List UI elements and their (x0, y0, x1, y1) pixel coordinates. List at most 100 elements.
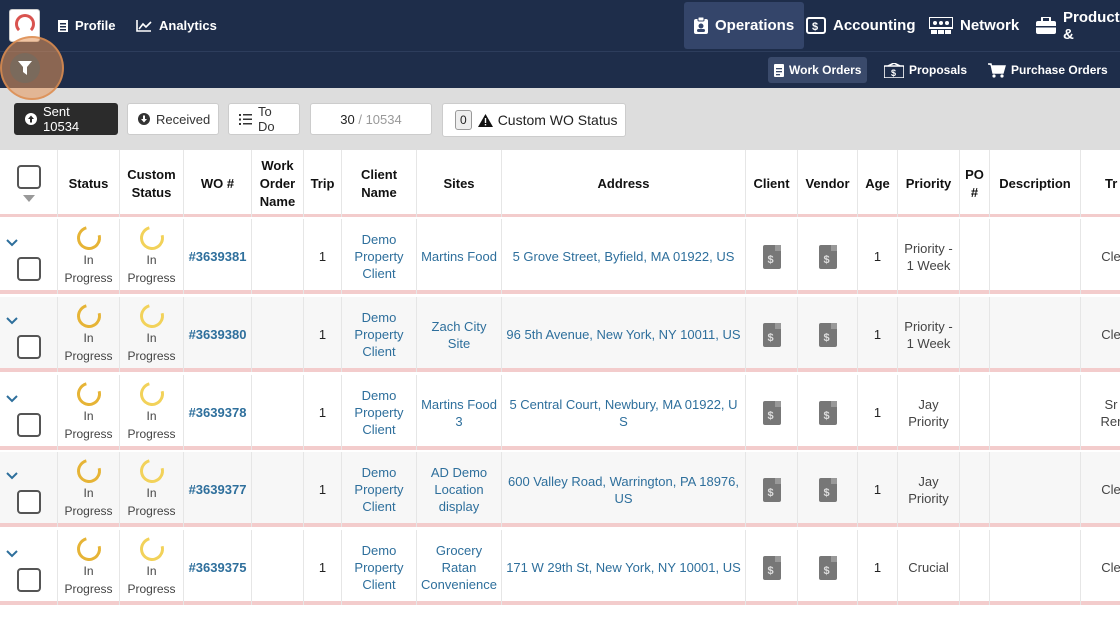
site-link[interactable]: AD Demo Location display (421, 464, 497, 515)
in-progress-icon (72, 299, 105, 333)
table-row[interactable]: In Progress In Progress #3639380 1 Demo Prop… (0, 297, 1120, 372)
client-invoice-icon[interactable] (762, 400, 781, 425)
column-header-description[interactable]: Description (990, 150, 1081, 217)
address-link[interactable]: 171 W 29th St, New York, NY 10001, US (506, 559, 742, 576)
received-button[interactable]: Received (127, 103, 219, 135)
vendor-invoice-icon[interactable] (818, 400, 837, 425)
work-order-name-cell (252, 452, 304, 527)
column-header-client-name[interactable]: Client Name (342, 150, 417, 217)
table-row[interactable]: In Progress In Progress #3639378 1 Demo Prop… (0, 375, 1120, 450)
chevron-down-icon[interactable] (6, 317, 18, 325)
row-checkbox[interactable] (16, 489, 41, 514)
column-header-vendor[interactable]: Vendor (798, 150, 858, 217)
sort-caret-icon[interactable] (22, 194, 35, 203)
row-checkbox[interactable] (16, 334, 41, 359)
sent-button[interactable]: Sent 10534 (14, 103, 118, 135)
column-header-client[interactable]: Client (746, 150, 798, 217)
client-name-link[interactable]: Demo Property Client (352, 464, 406, 515)
wo-number-link[interactable]: #3639375 (189, 559, 247, 576)
row-checkbox[interactable] (16, 567, 41, 592)
client-invoice-icon[interactable] (762, 322, 781, 347)
priority-cell: Priority - 1 Week (898, 297, 960, 372)
status-cell: In Progress (58, 375, 120, 450)
wo-number-link[interactable]: #3639378 (189, 404, 247, 421)
description-cell (990, 219, 1081, 294)
column-header-priority[interactable]: Priority (898, 150, 960, 217)
column-header-wo-number[interactable]: WO # (184, 150, 252, 217)
address-link[interactable]: 5 Central Court, Newbury, MA 01922, US (506, 396, 742, 430)
age-cell: 1 (858, 452, 898, 527)
custom-status-cell: In Progress (120, 452, 184, 527)
wo-number-link[interactable]: #3639380 (189, 326, 247, 343)
client-invoice-icon[interactable] (762, 244, 781, 269)
client-invoice-icon[interactable] (762, 477, 781, 502)
column-header-address[interactable]: Address (502, 150, 746, 217)
client-name-link[interactable]: Demo Property Client (352, 542, 406, 593)
custom-status-cell: In Progress (120, 219, 184, 294)
vendor-invoice-cell (798, 375, 858, 450)
custom-status-text: In Progress (127, 253, 176, 285)
todo-button[interactable]: To Do (228, 103, 300, 135)
site-link[interactable]: Martins Food 3 (421, 396, 497, 430)
wo-number-link[interactable]: #3639381 (189, 248, 247, 265)
client-invoice-cell (746, 297, 798, 372)
column-header-work-order-name[interactable]: Work Order Name (252, 150, 304, 217)
chevron-down-icon[interactable] (6, 239, 18, 247)
table-row[interactable]: In Progress In Progress #3639377 1 Demo Prop… (0, 452, 1120, 527)
site-link[interactable]: Grocery Ratan Convenience (421, 542, 497, 593)
address-link[interactable]: 600 Valley Road, Warrington, PA 18976, U… (506, 473, 742, 507)
client-name-link[interactable]: Demo Property Client (352, 387, 406, 438)
table-row[interactable]: In Progress In Progress #3639375 1 Demo Prop… (0, 530, 1120, 605)
subnav-work-orders[interactable]: Work Orders (768, 57, 868, 83)
column-header-custom-status[interactable]: Custom Status (120, 150, 184, 217)
address-link[interactable]: 96 5th Avenue, New York, NY 10011, US (506, 326, 742, 343)
column-header-sites[interactable]: Sites (417, 150, 502, 217)
vendor-invoice-cell (798, 297, 858, 372)
filter-button[interactable] (0, 36, 64, 100)
site-link[interactable]: Zach City Site (421, 318, 497, 352)
vendor-invoice-icon[interactable] (818, 555, 837, 580)
wo-number-link[interactable]: #3639377 (189, 481, 247, 498)
vendor-invoice-cell (798, 219, 858, 294)
chevron-down-icon[interactable] (6, 472, 18, 480)
custom-wo-status-button[interactable]: 0 Custom WO Status (442, 103, 626, 137)
row-select-cell (0, 530, 58, 605)
client-name-link[interactable]: Demo Property Client (352, 231, 406, 282)
column-header-trade[interactable]: Tr (1081, 150, 1120, 217)
site-cell: Martins Food (417, 219, 502, 294)
site-link[interactable]: Martins Food (421, 248, 497, 265)
description-cell (990, 297, 1081, 372)
client-invoice-icon[interactable] (762, 555, 781, 580)
vendor-invoice-icon[interactable] (818, 477, 837, 502)
vendor-invoice-icon[interactable] (818, 322, 837, 347)
address-link[interactable]: 5 Grove Street, Byfield, MA 01922, US (506, 248, 742, 265)
work-order-name-cell (252, 530, 304, 605)
column-header-age[interactable]: Age (858, 150, 898, 217)
column-header-po-number[interactable]: PO # (960, 150, 990, 217)
client-name-link[interactable]: Demo Property Client (352, 309, 406, 360)
status-text: In Progress (64, 486, 113, 518)
custom-status-text: In Progress (127, 409, 176, 441)
nav-profile[interactable]: Profile (58, 0, 115, 51)
row-checkbox[interactable] (16, 256, 41, 281)
wo-number-cell: #3639377 (184, 452, 252, 527)
nav-product[interactable]: Product & (1036, 0, 1120, 51)
age-value: 1 (873, 405, 882, 420)
column-header-status[interactable]: Status (58, 150, 120, 217)
nav-accounting[interactable]: $ Accounting (806, 0, 916, 51)
nav-network[interactable]: Network (929, 0, 1019, 51)
column-header-trip[interactable]: Trip (304, 150, 342, 217)
vendor-invoice-icon[interactable] (818, 244, 837, 269)
subnav-proposals[interactable]: $ Proposals (878, 57, 973, 83)
description-cell (990, 530, 1081, 605)
row-checkbox[interactable] (16, 412, 41, 437)
chevron-down-icon[interactable] (6, 550, 18, 558)
nav-analytics[interactable]: Analytics (136, 0, 217, 51)
nav-operations[interactable]: Operations (684, 2, 805, 49)
age-cell: 1 (858, 375, 898, 450)
chevron-down-icon[interactable] (6, 395, 18, 403)
count-current: 30 (340, 111, 355, 127)
table-row[interactable]: In Progress In Progress #3639381 1 Demo Prop… (0, 219, 1120, 294)
select-all-checkbox[interactable] (16, 164, 41, 189)
subnav-purchase-orders[interactable]: Purchase Orders (982, 57, 1114, 83)
